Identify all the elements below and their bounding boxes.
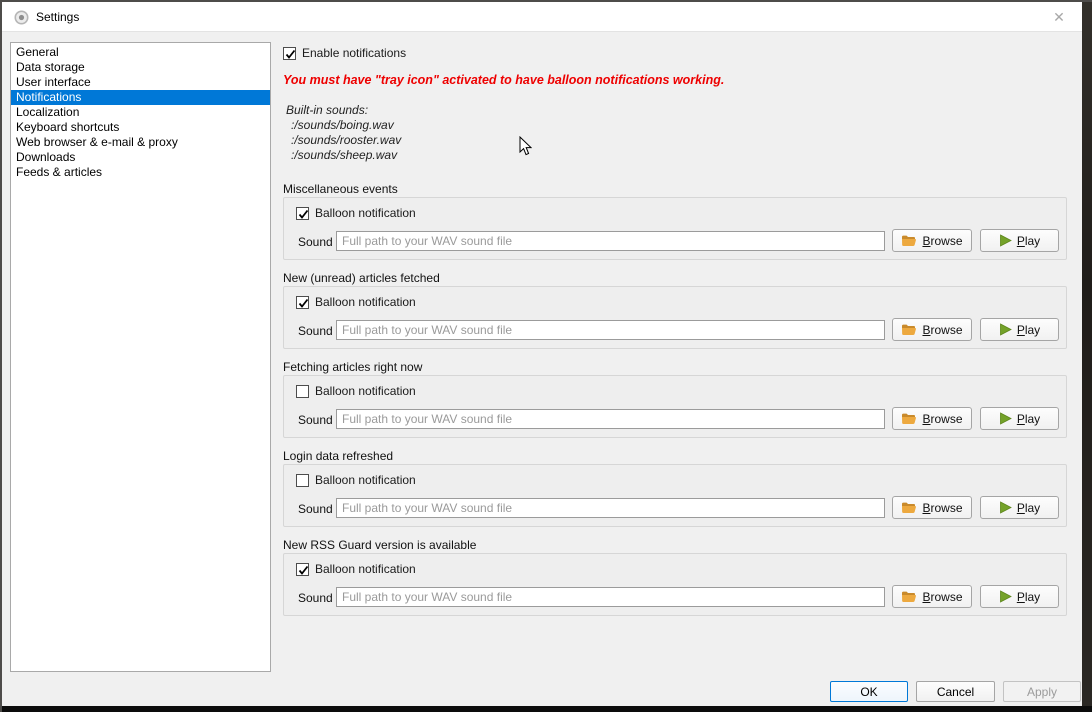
play-label: Play xyxy=(1017,501,1040,515)
balloon-notification-checkbox[interactable] xyxy=(296,385,309,398)
sound-label: Sound xyxy=(298,502,333,516)
enable-notifications-label: Enable notifications xyxy=(302,46,406,60)
balloon-notification-label: Balloon notification xyxy=(315,562,416,576)
browse-label: Browse xyxy=(922,234,962,248)
play-button[interactable]: Play xyxy=(980,585,1059,608)
sound-label: Sound xyxy=(298,324,333,338)
browse-button[interactable]: Browse xyxy=(892,229,972,252)
section-title: Fetching articles right now xyxy=(283,360,422,374)
builtin-sound-item: :/sounds/boing.wav xyxy=(286,118,401,133)
tray-icon-warning: You must have "tray icon" activated to h… xyxy=(283,73,724,87)
play-button[interactable]: Play xyxy=(980,318,1059,341)
mouse-cursor xyxy=(519,136,532,156)
sound-path-input[interactable] xyxy=(336,587,885,607)
ok-button[interactable]: OK xyxy=(830,681,908,702)
enable-notifications-checkbox[interactable] xyxy=(283,47,296,60)
balloon-notification-label: Balloon notification xyxy=(315,473,416,487)
section-title: New (unread) articles fetched xyxy=(283,271,440,285)
folder-icon xyxy=(901,323,917,336)
desktop-edge xyxy=(1082,0,1092,712)
sound-path-input[interactable] xyxy=(336,498,885,518)
section-title: New RSS Guard version is available xyxy=(283,538,476,552)
section-groupbox: Balloon notification Sound Browse Play xyxy=(283,553,1067,616)
section-groupbox: Balloon notification Sound Browse Play xyxy=(283,197,1067,260)
balloon-notification-checkbox[interactable] xyxy=(296,207,309,220)
builtin-sound-item: :/sounds/rooster.wav xyxy=(286,133,401,148)
play-button[interactable]: Play xyxy=(980,496,1059,519)
balloon-notification-checkbox[interactable] xyxy=(296,474,309,487)
folder-icon xyxy=(901,590,917,603)
browse-button[interactable]: Browse xyxy=(892,496,972,519)
play-icon xyxy=(999,234,1012,247)
section-groupbox: Balloon notification Sound Browse Play xyxy=(283,286,1067,349)
screen: Settings ✕ GeneralData storageUser inter… xyxy=(0,0,1092,712)
sound-label: Sound xyxy=(298,413,333,427)
sound-label: Sound xyxy=(298,235,333,249)
builtin-sounds-heading: Built-in sounds: xyxy=(286,103,401,118)
folder-icon xyxy=(901,234,917,247)
desktop-edge xyxy=(0,0,1092,2)
browse-label: Browse xyxy=(922,501,962,515)
desktop-edge xyxy=(0,0,2,712)
play-icon xyxy=(999,412,1012,425)
settings-window: Settings ✕ GeneralData storageUser inter… xyxy=(2,2,1082,706)
play-label: Play xyxy=(1017,412,1040,426)
builtin-sound-item: :/sounds/sheep.wav xyxy=(286,148,401,163)
play-icon xyxy=(999,501,1012,514)
browse-label: Browse xyxy=(922,323,962,337)
browse-button[interactable]: Browse xyxy=(892,585,972,608)
play-label: Play xyxy=(1017,323,1040,337)
sound-label: Sound xyxy=(298,591,333,605)
section-title: Miscellaneous events xyxy=(283,182,398,196)
sound-path-input[interactable] xyxy=(336,231,885,251)
balloon-notification-label: Balloon notification xyxy=(315,206,416,220)
section-groupbox: Balloon notification Sound Browse Play xyxy=(283,375,1067,438)
balloon-notification-label: Balloon notification xyxy=(315,384,416,398)
sound-path-input[interactable] xyxy=(336,320,885,340)
balloon-notification-label: Balloon notification xyxy=(315,295,416,309)
play-icon xyxy=(999,323,1012,336)
play-label: Play xyxy=(1017,234,1040,248)
folder-icon xyxy=(901,501,917,514)
cancel-button[interactable]: Cancel xyxy=(916,681,995,702)
play-button[interactable]: Play xyxy=(980,407,1059,430)
balloon-notification-checkbox[interactable] xyxy=(296,563,309,576)
play-button[interactable]: Play xyxy=(980,229,1059,252)
section-title: Login data refreshed xyxy=(283,449,393,463)
play-label: Play xyxy=(1017,590,1040,604)
play-icon xyxy=(999,590,1012,603)
browse-button[interactable]: Browse xyxy=(892,407,972,430)
apply-button[interactable]: Apply xyxy=(1003,681,1081,702)
notifications-pane: Enable notifications You must have "tray… xyxy=(2,2,1082,706)
balloon-notification-checkbox[interactable] xyxy=(296,296,309,309)
browse-label: Browse xyxy=(922,590,962,604)
folder-icon xyxy=(901,412,917,425)
section-groupbox: Balloon notification Sound Browse Play xyxy=(283,464,1067,527)
sound-path-input[interactable] xyxy=(336,409,885,429)
browse-label: Browse xyxy=(922,412,962,426)
builtin-sounds-list: Built-in sounds: :/sounds/boing.wav :/so… xyxy=(286,103,401,163)
desktop-edge xyxy=(0,706,1092,712)
browse-button[interactable]: Browse xyxy=(892,318,972,341)
